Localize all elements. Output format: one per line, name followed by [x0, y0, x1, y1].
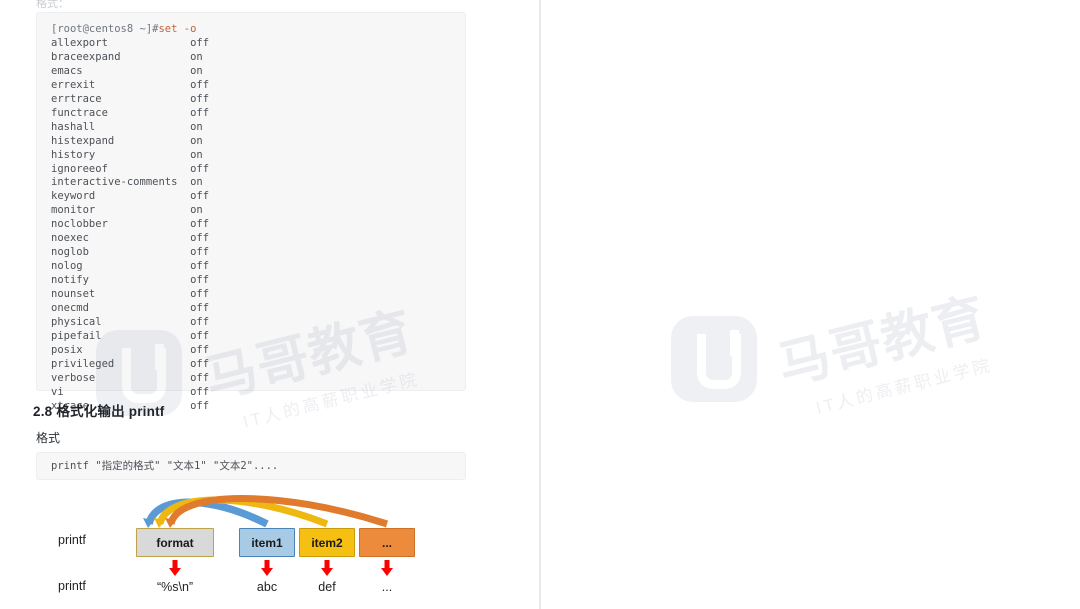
clipped-top-text: 格式：: [36, 0, 69, 10]
page-root: 格式： [root@centos8 ~]#set -o allexport of…: [0, 0, 1080, 609]
diagram-output-item1: abc: [256, 580, 278, 594]
diagram-output-rest: ...: [381, 580, 393, 594]
set-options-list: allexport off braceexpand on emacs on er…: [51, 36, 210, 412]
diagram-box-rest: ...: [359, 528, 415, 557]
diagram-row2-label: printf: [58, 579, 86, 593]
watermark-sub-text: IT人的高薪职业学院: [814, 355, 995, 418]
printf-format-code-block: printf "指定的格式" "文本1" "文本2"....: [36, 452, 466, 480]
diagram-output-item2: def: [318, 580, 336, 594]
watermark-logo-right-1: [671, 316, 757, 402]
section-title: 2.8 格式化输出 printf: [33, 404, 165, 419]
diagram-down-arrow: [169, 560, 181, 576]
set-options-code-block: [root@centos8 ~]#set -o allexport off br…: [36, 12, 466, 412]
diagram-down-arrow: [321, 560, 333, 576]
printf-format-code-text: printf "指定的格式" "文本1" "文本2"....: [51, 460, 279, 472]
shell-prompt: [root@centos8 ~]#: [51, 23, 159, 35]
diagram-arcs: [143, 495, 389, 528]
set-options-code-text: [root@centos8 ~]#set -o allexport off br…: [37, 13, 465, 424]
right-document-pane: 替换符 功能 %s字符串%f浮点格式%b相对应的参数中包含转义字符时，可以使用此…: [541, 0, 1080, 609]
diagram-output-format: “%s\n”: [156, 580, 194, 594]
diagram-row1-label: printf: [58, 533, 86, 547]
diagram-box-item1: item1: [239, 528, 295, 557]
shell-command: set -o: [158, 23, 197, 35]
diagram-down-arrow: [381, 560, 393, 576]
diagram-down-arrow: [261, 560, 273, 576]
diagram-box-format: format: [136, 528, 214, 557]
watermark-right-1: 马哥教育 IT人的高薪职业学院: [769, 275, 999, 425]
printf-diagram: printf printf format item1 item2 ... “%s…: [36, 490, 466, 609]
diagram-arrows: [169, 560, 393, 576]
format-label: 格式: [36, 431, 61, 445]
watermark-main-text: 马哥教育: [772, 288, 993, 396]
left-document-pane: 格式： [root@centos8 ~]#set -o allexport of…: [0, 0, 539, 609]
diagram-box-item2: item2: [299, 528, 355, 557]
